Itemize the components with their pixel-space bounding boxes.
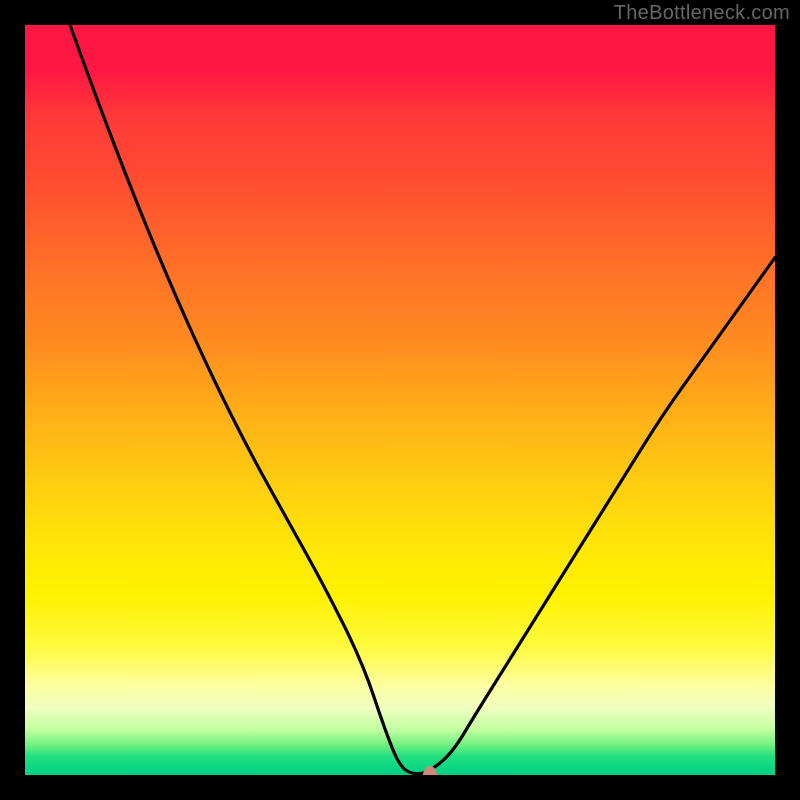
plot-area	[25, 25, 775, 775]
chart-frame: TheBottleneck.com	[0, 0, 800, 800]
bottleneck-curve	[25, 25, 775, 775]
watermark-text: TheBottleneck.com	[614, 2, 790, 25]
